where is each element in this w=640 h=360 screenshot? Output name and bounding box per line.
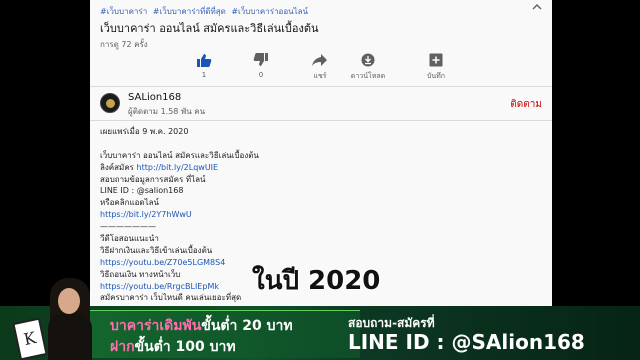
like-count: 1 [201,71,207,79]
channel-row: SALion168 ผู้ติดตาม 1.58 พัน คน ติดตาม [100,91,545,117]
description-text: เว็บบาคาร่า ออนไลน์ สมัครและวิธีเล่นเบื้… [100,150,259,160]
publish-date: เผยแพร่เมื่อ 9 พ.ค. 2020 [100,127,189,136]
year-overlay-caption: ในปี 2020 [252,266,381,296]
promo-highlight: บาคาร่าเดิมพัน [110,318,202,334]
description-line: ——————— [100,221,540,233]
action-bar: 1 0 แชร์ ดาวน์โหลด บันทึก [90,52,552,82]
line-id-text: LINE ID : @SAlion168 [348,330,585,354]
promo-highlight: ฝาก [110,339,135,355]
description-text: สอบถามข้อมูลการสมัคร ที่ไลน์ [100,174,206,184]
deposit-video-link[interactable]: https://youtu.be/Z70e5LGM8S4 [100,258,225,267]
dislike-count: 0 [258,71,264,79]
save-label: บันทึก [426,72,446,80]
line-add-link[interactable]: https://bit.ly/2Y7hWwU [100,210,192,219]
description-line: วิธีฝากเงินและวิธีเข้าเล่นเบื้องต้น [100,245,540,257]
description-line: วีดีโอสอนแนะนำ [100,233,540,245]
description-line: ลิงค์สมัคร http://bit.ly/2LqwUIE [100,162,540,174]
save-button[interactable]: บันทึก [406,52,466,82]
like-button[interactable]: 1 [174,52,234,79]
promo-line-1: บาคาร่าเดิมพันขั้นต่ำ 20 บาท [110,315,293,337]
promo-line-2: ฝากขั้นต่ำ 100 บาท [110,336,236,358]
description-line: หรือคลิกแอดไลน์ [100,197,540,209]
description-text: สมัครบาคาร่า เว็บไหนดี คนเล่นเยอะที่สุด [100,293,242,303]
presenter-body [48,314,92,360]
download-button[interactable]: ดาวน์โหลด [338,52,398,82]
hashtag-list: #เว็บบาคาร่า #เว็บบาคาร่าที่ดีที่สุด #เว… [100,5,311,18]
promo-text: ขั้นต่ำ 100 บาท [134,339,236,355]
hashtag-link[interactable]: #เว็บบาคาร่าออนไลน์ [231,7,308,16]
thumbs-up-icon [174,52,234,68]
description-text: วิธีฝากเงินและวิธีเข้าเล่นเบื้องต้น [100,245,213,255]
chevron-up-icon[interactable] [532,3,542,14]
divider [90,86,552,87]
channel-avatar[interactable] [100,93,120,113]
signup-link[interactable]: http://bit.ly/2LqwUIE [137,163,219,172]
thumbs-down-icon [231,52,291,68]
view-count: การดู 72 ครั้ง [100,40,148,49]
subscriber-count: ผู้ติดตาม 1.58 พัน คน [128,107,206,116]
channel-name[interactable]: SALion168 [128,92,181,103]
dislike-button[interactable]: 0 [231,52,291,79]
divider [90,120,552,121]
description-line: LINE ID : @salion168 [100,185,540,197]
download-label: ดาวน์โหลด [350,72,386,80]
description-text: วิธีถอนเงิน ทางหน้าเว็บ [100,269,181,279]
download-icon [338,52,398,68]
subscribe-button[interactable]: ติดตาม [510,97,542,112]
video-frame: #เว็บบาคาร่า #เว็บบาคาร่าที่ดีที่สุด #เว… [0,0,640,360]
description-separator: ——————— [100,222,156,232]
description-text: ลิงค์สมัคร [100,162,137,172]
hashtag-link[interactable]: #เว็บบาคาร่า [100,7,147,16]
description-text: วีดีโอสอนแนะนำ [100,234,159,244]
description-line: สอบถามข้อมูลการสมัคร ที่ไลน์ [100,174,540,186]
playlist-add-icon [406,52,466,68]
description-line: https://bit.ly/2Y7hWwU [100,209,540,221]
hashtag-link[interactable]: #เว็บบาคาร่าที่ดีที่สุด [153,7,226,16]
description-text: หรือคลิกแอดไลน์ [100,198,160,208]
description-line: เว็บบาคาร่า ออนไลน์ สมัครและวิธีเล่นเบื้… [100,150,540,162]
withdraw-video-link[interactable]: https://youtu.be/RrgcBLIEpMk [100,282,219,291]
promo-text: ขั้นต่ำ 20 บาท [201,318,293,334]
presenter-face [58,288,80,314]
description-text: LINE ID : @salion168 [100,186,184,196]
video-title: เว็บบาคาร่า ออนไลน์ สมัครและวิธีเล่นเบื้… [100,22,319,35]
